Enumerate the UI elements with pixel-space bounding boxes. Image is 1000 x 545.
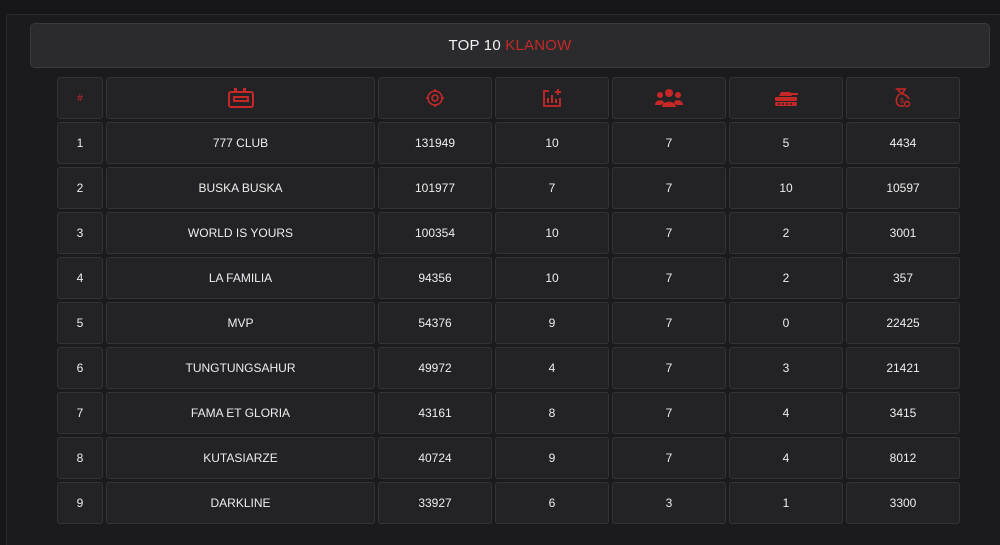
cell-clan-name: BUSKA BUSKA bbox=[106, 167, 375, 209]
cell-clan-name: DARKLINE bbox=[106, 482, 375, 524]
cell-rank: 3 bbox=[57, 212, 103, 254]
cell-money: 3415 bbox=[846, 392, 960, 434]
cell-clan-name: TUNGTUNGSAHUR bbox=[106, 347, 375, 389]
cell-vehicles: 5 bbox=[729, 122, 843, 164]
cell-members: 7 bbox=[612, 122, 726, 164]
cell-money: 8012 bbox=[846, 437, 960, 479]
header-vehicles[interactable] bbox=[729, 77, 843, 119]
cell-stats: 10 bbox=[495, 122, 609, 164]
svg-text:$: $ bbox=[900, 98, 904, 105]
cell-points: 100354 bbox=[378, 212, 492, 254]
cell-rank: 2 bbox=[57, 167, 103, 209]
members-icon bbox=[655, 88, 683, 108]
cell-stats: 10 bbox=[495, 212, 609, 254]
money-bag-icon: $ bbox=[894, 88, 912, 108]
cell-members: 7 bbox=[612, 347, 726, 389]
cell-members: 7 bbox=[612, 392, 726, 434]
cell-stats: 10 bbox=[495, 257, 609, 299]
cell-members: 7 bbox=[612, 437, 726, 479]
cell-members: 3 bbox=[612, 482, 726, 524]
cell-members: 7 bbox=[612, 212, 726, 254]
cell-vehicles: 1 bbox=[729, 482, 843, 524]
title-highlight: KLANOW bbox=[505, 37, 572, 54]
cell-rank: 7 bbox=[57, 392, 103, 434]
header-points[interactable] bbox=[378, 77, 492, 119]
cell-rank: 8 bbox=[57, 437, 103, 479]
cell-members: 7 bbox=[612, 167, 726, 209]
target-icon bbox=[425, 88, 445, 108]
cell-clan-name: LA FAMILIA bbox=[106, 257, 375, 299]
header-money[interactable]: $ bbox=[846, 77, 960, 119]
cell-points: 40724 bbox=[378, 437, 492, 479]
cell-stats: 9 bbox=[495, 437, 609, 479]
header-clan[interactable] bbox=[106, 77, 375, 119]
cell-stats: 6 bbox=[495, 482, 609, 524]
cell-vehicles: 4 bbox=[729, 437, 843, 479]
cell-clan-name: 777 CLUB bbox=[106, 122, 375, 164]
cell-stats: 9 bbox=[495, 302, 609, 344]
cell-stats: 8 bbox=[495, 392, 609, 434]
cell-clan-name: KUTASIARZE bbox=[106, 437, 375, 479]
cell-rank: 5 bbox=[57, 302, 103, 344]
cell-money: 3001 bbox=[846, 212, 960, 254]
cell-money: 4434 bbox=[846, 122, 960, 164]
cell-points: 94356 bbox=[378, 257, 492, 299]
cell-points: 101977 bbox=[378, 167, 492, 209]
cell-rank: 4 bbox=[57, 257, 103, 299]
clan-banner-icon bbox=[227, 88, 254, 108]
header-members[interactable] bbox=[612, 77, 726, 119]
cell-points: 54376 bbox=[378, 302, 492, 344]
title-prefix: TOP 10 bbox=[448, 37, 501, 54]
cell-rank: 9 bbox=[57, 482, 103, 524]
hash-icon: # bbox=[77, 92, 83, 104]
cell-members: 7 bbox=[612, 257, 726, 299]
cell-stats: 4 bbox=[495, 347, 609, 389]
cell-points: 43161 bbox=[378, 392, 492, 434]
cell-points: 33927 bbox=[378, 482, 492, 524]
cell-members: 7 bbox=[612, 302, 726, 344]
stats-chart-icon bbox=[541, 88, 563, 108]
cell-rank: 6 bbox=[57, 347, 103, 389]
cell-money: 3300 bbox=[846, 482, 960, 524]
cell-money: 357 bbox=[846, 257, 960, 299]
cell-vehicles: 3 bbox=[729, 347, 843, 389]
cell-vehicles: 10 bbox=[729, 167, 843, 209]
cell-vehicles: 0 bbox=[729, 302, 843, 344]
cell-vehicles: 2 bbox=[729, 257, 843, 299]
cell-money: 21421 bbox=[846, 347, 960, 389]
cell-rank: 1 bbox=[57, 122, 103, 164]
cell-vehicles: 2 bbox=[729, 212, 843, 254]
cell-money: 22425 bbox=[846, 302, 960, 344]
cell-points: 131949 bbox=[378, 122, 492, 164]
cell-points: 49972 bbox=[378, 347, 492, 389]
cell-clan-name: FAMA ET GLORIA bbox=[106, 392, 375, 434]
header-rank[interactable]: # bbox=[57, 77, 103, 119]
cell-money: 10597 bbox=[846, 167, 960, 209]
tank-icon bbox=[773, 89, 799, 107]
header-stats[interactable] bbox=[495, 77, 609, 119]
cell-vehicles: 4 bbox=[729, 392, 843, 434]
cell-stats: 7 bbox=[495, 167, 609, 209]
cell-clan-name: MVP bbox=[106, 302, 375, 344]
cell-clan-name: WORLD IS YOURS bbox=[106, 212, 375, 254]
leaderboard-title: TOP 10 KLANOW bbox=[30, 23, 990, 68]
